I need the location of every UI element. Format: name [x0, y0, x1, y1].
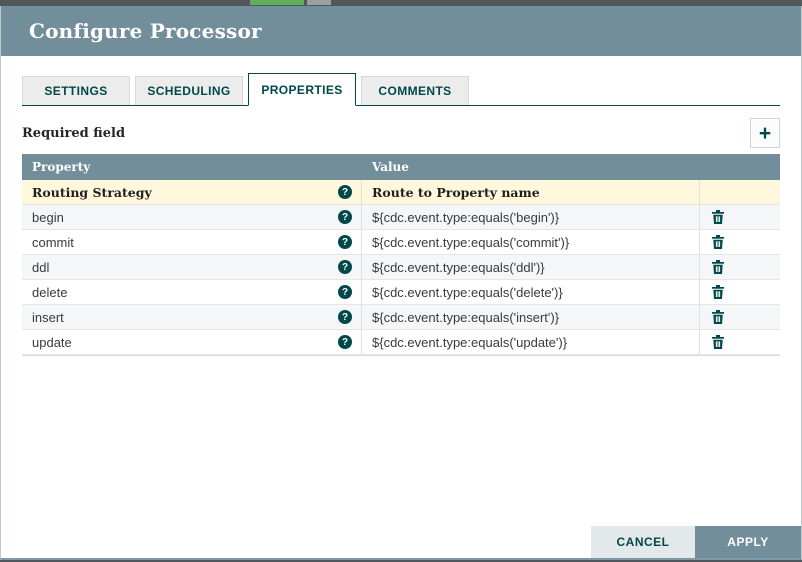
- table-toolbar: Required field +: [22, 118, 780, 148]
- property-cell: begin ?: [22, 205, 362, 229]
- property-value: ${cdc.event.type:equals('commit')}: [372, 234, 570, 250]
- property-value: Route to Property name: [372, 184, 540, 200]
- delete-property-button[interactable]: [712, 235, 724, 249]
- table-row[interactable]: delete ? ${cdc.event.type:equals('delete…: [22, 280, 780, 305]
- value-cell[interactable]: ${cdc.event.type:equals('delete')}: [362, 280, 700, 304]
- actions-cell: [700, 235, 780, 249]
- plus-icon: +: [758, 121, 772, 145]
- tab-settings[interactable]: SETTINGS: [22, 76, 130, 105]
- canvas-processor-fragment: [250, 0, 304, 5]
- value-cell[interactable]: ${cdc.event.type:equals('insert')}: [362, 305, 700, 329]
- property-value: ${cdc.event.type:equals('delete')}: [372, 284, 563, 300]
- table-row[interactable]: insert ? ${cdc.event.type:equals('insert…: [22, 305, 780, 330]
- tab-label: SETTINGS: [44, 84, 108, 98]
- property-cell: insert ?: [22, 305, 362, 329]
- tab-label: PROPERTIES: [261, 82, 343, 97]
- actions-cell: [700, 210, 780, 224]
- dialog-header: Configure Processor: [1, 6, 801, 56]
- table-header-row: Property Value: [22, 154, 780, 180]
- trash-icon: [712, 235, 724, 249]
- help-icon[interactable]: ?: [338, 185, 352, 199]
- table-row[interactable]: commit ? ${cdc.event.type:equals('commit…: [22, 230, 780, 255]
- tab-scheduling[interactable]: SCHEDULING: [135, 76, 243, 105]
- help-icon[interactable]: ?: [338, 260, 352, 274]
- actions-cell: [700, 285, 780, 299]
- property-name: commit: [32, 234, 74, 250]
- value-cell[interactable]: ${cdc.event.type:equals('begin')}: [362, 205, 700, 229]
- add-property-button[interactable]: +: [750, 118, 780, 148]
- tab-bar: SETTINGS SCHEDULING PROPERTIES COMMENTS: [22, 73, 780, 106]
- column-header-property: Property: [32, 160, 91, 174]
- actions-cell: [700, 310, 780, 324]
- tab-properties[interactable]: PROPERTIES: [248, 73, 356, 106]
- help-icon[interactable]: ?: [338, 285, 352, 299]
- property-name: delete: [32, 284, 68, 300]
- dialog-title: Configure Processor: [29, 19, 262, 43]
- table-row[interactable]: ddl ? ${cdc.event.type:equals('ddl')}: [22, 255, 780, 280]
- actions-cell: [700, 260, 780, 274]
- property-name: begin: [32, 209, 64, 225]
- column-header-value: Value: [372, 160, 409, 174]
- table-row[interactable]: begin ? ${cdc.event.type:equals('begin')…: [22, 205, 780, 230]
- trash-icon: [712, 260, 724, 274]
- actions-cell: [700, 335, 780, 349]
- value-cell[interactable]: ${cdc.event.type:equals('commit')}: [362, 230, 700, 254]
- property-cell: Routing Strategy ?: [22, 180, 362, 204]
- delete-property-button[interactable]: [712, 310, 724, 324]
- trash-icon: [712, 310, 724, 324]
- trash-icon: [712, 210, 724, 224]
- value-cell[interactable]: ${cdc.event.type:equals('update')}: [362, 330, 700, 354]
- delete-property-button[interactable]: [712, 210, 724, 224]
- tab-comments[interactable]: COMMENTS: [361, 76, 469, 105]
- delete-property-button[interactable]: [712, 285, 724, 299]
- help-icon[interactable]: ?: [338, 335, 352, 349]
- property-name: insert: [32, 309, 64, 325]
- properties-table-body: Routing Strategy ? Route to Property nam…: [22, 180, 780, 355]
- dialog-footer: CANCEL APPLY: [591, 526, 801, 558]
- property-name: ddl: [32, 259, 50, 275]
- tab-label: COMMENTS: [378, 84, 452, 98]
- property-value: ${cdc.event.type:equals('ddl')}: [372, 259, 545, 275]
- dialog-content: SETTINGS SCHEDULING PROPERTIES COMMENTS …: [1, 73, 801, 356]
- help-icon[interactable]: ?: [338, 210, 352, 224]
- configure-processor-dialog: Configure Processor SETTINGS SCHEDULING …: [0, 6, 802, 560]
- required-field-label: Required field: [22, 125, 126, 141]
- value-cell[interactable]: Route to Property name: [362, 180, 700, 204]
- delete-property-button[interactable]: [712, 260, 724, 274]
- cancel-button[interactable]: CANCEL: [591, 526, 695, 558]
- canvas-fragment: [307, 0, 331, 5]
- property-name: Routing Strategy: [32, 184, 152, 200]
- table-row[interactable]: Routing Strategy ? Route to Property nam…: [22, 180, 780, 205]
- property-value: ${cdc.event.type:equals('insert')}: [372, 309, 560, 325]
- property-cell: delete ?: [22, 280, 362, 304]
- value-cell[interactable]: ${cdc.event.type:equals('ddl')}: [362, 255, 700, 279]
- delete-property-button[interactable]: [712, 335, 724, 349]
- property-cell: ddl ?: [22, 255, 362, 279]
- property-name: update: [32, 334, 72, 350]
- help-icon[interactable]: ?: [338, 235, 352, 249]
- tab-label: SCHEDULING: [147, 84, 231, 98]
- properties-table: Property Value Routing Strategy ? Route …: [22, 154, 780, 356]
- trash-icon: [712, 335, 724, 349]
- property-value: ${cdc.event.type:equals('update')}: [372, 334, 568, 350]
- help-icon[interactable]: ?: [338, 310, 352, 324]
- table-row[interactable]: update ? ${cdc.event.type:equals('update…: [22, 330, 780, 355]
- property-cell: commit ?: [22, 230, 362, 254]
- property-value: ${cdc.event.type:equals('begin')}: [372, 209, 560, 225]
- apply-button[interactable]: APPLY: [695, 526, 801, 558]
- property-cell: update ?: [22, 330, 362, 354]
- trash-icon: [712, 285, 724, 299]
